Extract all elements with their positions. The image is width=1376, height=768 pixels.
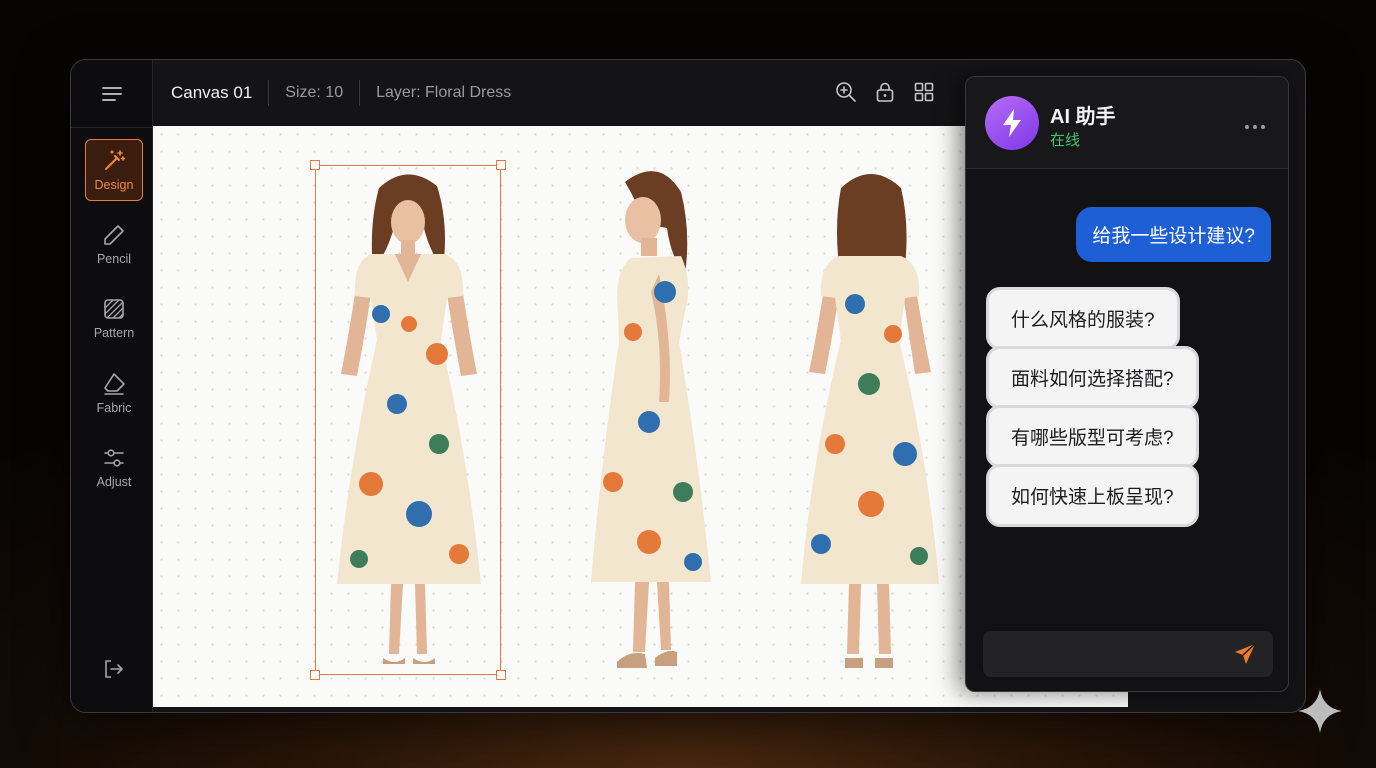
grid-button[interactable] <box>911 79 937 105</box>
more-options-button[interactable] <box>1244 113 1266 136</box>
resize-handle-top-right[interactable] <box>496 160 506 170</box>
message-input[interactable] <box>983 631 1273 677</box>
tool-label: Fabric <box>96 400 132 415</box>
menu-button[interactable] <box>71 60 153 128</box>
toolbar-divider <box>268 80 270 106</box>
assistant-name: AI 助手 <box>1050 106 1116 128</box>
fabric-icon <box>104 372 125 395</box>
pencil-icon <box>104 224 124 245</box>
tool-label: Design <box>94 177 134 192</box>
sliders-icon <box>104 448 124 467</box>
tool-pencil[interactable]: Pencil <box>85 213 143 275</box>
resize-handle-bottom-right[interactable] <box>496 670 506 680</box>
assistant-status: 在线 <box>1050 132 1081 149</box>
resize-handle-bottom-left[interactable] <box>310 670 320 680</box>
send-icon <box>1235 643 1256 664</box>
layer-indicator[interactable]: Layer: Floral Dress <box>376 84 511 102</box>
left-toolbar: Design Pencil Pattern Fabric Adjust <box>71 60 153 712</box>
tool-adjust[interactable]: Adjust <box>85 436 143 498</box>
grid-icon <box>914 82 934 102</box>
assistant-avatar <box>985 96 1039 150</box>
tool-label: Adjust <box>96 474 132 489</box>
app-window: Design Pencil Pattern Fabric Adjust Canv… <box>70 59 1306 713</box>
hamburger-menu-icon <box>102 86 122 101</box>
lock-button[interactable] <box>872 79 898 105</box>
logout-button[interactable] <box>101 657 125 681</box>
zoom-button[interactable] <box>833 79 859 105</box>
canvas-name[interactable]: Canvas 01 <box>153 83 252 103</box>
tool-label: Pencil <box>96 251 132 266</box>
more-horizontal-icon <box>1245 125 1265 129</box>
assistant-header: AI 助手 在线 <box>966 77 1288 169</box>
suggestion-chip[interactable]: 面料如何选择搭配? <box>986 346 1199 409</box>
resize-handle-top-left[interactable] <box>310 160 320 170</box>
tool-label: Pattern <box>93 325 135 340</box>
ai-assistant-panel: AI 助手 在线 给我一些设计建议? 什么风格的服装? 面料如何选择搭配? 有哪… <box>965 76 1289 692</box>
tool-fabric[interactable]: Fabric <box>85 362 143 424</box>
dress-side-view[interactable] <box>573 162 723 678</box>
tool-design[interactable]: Design <box>85 139 143 201</box>
suggestion-chip[interactable]: 如何快速上板呈现? <box>986 464 1199 527</box>
lightning-icon <box>1003 109 1021 137</box>
dress-back-view[interactable] <box>785 164 955 678</box>
tool-pattern[interactable]: Pattern <box>85 287 143 349</box>
lock-icon <box>876 82 894 102</box>
suggestion-chip[interactable]: 有哪些版型可考虑? <box>986 405 1199 468</box>
pattern-icon <box>104 298 124 319</box>
send-button[interactable] <box>1233 642 1257 666</box>
logout-icon <box>105 660 123 678</box>
toolbar-actions <box>833 79 937 105</box>
size-indicator[interactable]: Size: 10 <box>285 84 343 102</box>
magic-wand-icon <box>105 149 126 170</box>
selection-box[interactable] <box>310 160 506 680</box>
zoom-in-icon <box>836 82 856 102</box>
suggestion-chip[interactable]: 什么风格的服装? <box>986 287 1180 350</box>
toolbar-divider <box>359 80 361 106</box>
user-message-bubble: 给我一些设计建议? <box>1076 207 1271 262</box>
sparkle-icon <box>1298 689 1342 733</box>
